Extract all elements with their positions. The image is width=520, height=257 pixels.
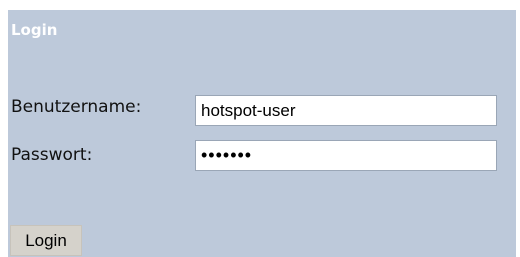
login-button[interactable]: Login bbox=[10, 225, 82, 256]
login-panel: Login Benutzername: Passwort: Login bbox=[8, 10, 516, 257]
password-label: Passwort: bbox=[11, 145, 93, 165]
password-input[interactable] bbox=[195, 140, 497, 171]
panel-title: Login bbox=[11, 21, 58, 39]
username-input[interactable] bbox=[195, 95, 497, 126]
username-label: Benutzername: bbox=[11, 97, 142, 117]
